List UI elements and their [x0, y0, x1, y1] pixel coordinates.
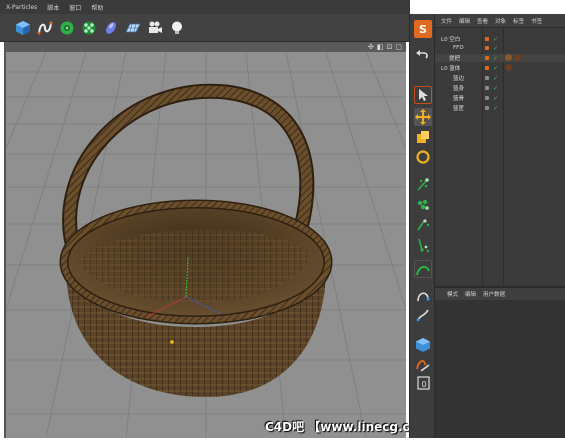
- scale-tool-icon[interactable]: [414, 128, 432, 146]
- rotate-view-icon[interactable]: ⊡: [387, 43, 393, 51]
- om-menu-object[interactable]: 对象: [495, 17, 506, 25]
- viewport-nav-controls: ✣ ◧ ⊡ ▢: [368, 42, 402, 52]
- rotate-tool-icon[interactable]: [414, 148, 432, 166]
- 3d-viewport[interactable]: ✣ ◧ ⊡ ▢: [4, 42, 406, 438]
- menu-bar: X-Particles 脚本 窗口 帮助: [0, 0, 410, 14]
- visibility-check-icon[interactable]: ✓: [493, 85, 498, 92]
- object-name: L0 空白: [441, 37, 461, 43]
- visibility-check-icon[interactable]: ✓: [493, 45, 498, 52]
- object-row[interactable]: L0 篮体 ✓: [435, 64, 565, 72]
- particle-cache-icon[interactable]: [414, 236, 432, 254]
- main-toolbar: [0, 14, 410, 42]
- material-tag-icon[interactable]: [514, 54, 521, 61]
- object-manager-menu: 文件 编辑 查看 对象 标签 书签: [435, 14, 565, 28]
- attribute-manager-menu: 模式 编辑 用户数据: [435, 288, 565, 300]
- layer-color-tag: [485, 46, 489, 50]
- particle-group-icon[interactable]: [414, 196, 432, 214]
- array-icon[interactable]: [80, 19, 98, 37]
- layer-color-tag: [485, 37, 489, 41]
- object-name: FFD: [453, 45, 464, 51]
- move-tool-icon[interactable]: [414, 108, 432, 126]
- spline-icon[interactable]: [36, 19, 54, 37]
- nurbs-icon[interactable]: [58, 19, 76, 37]
- layer-zero-icon[interactable]: 0: [414, 374, 432, 392]
- visibility-check-icon[interactable]: ✓: [493, 75, 498, 82]
- svg-text:0: 0: [422, 380, 427, 389]
- visibility-check-icon[interactable]: ✓: [493, 95, 498, 102]
- object-row[interactable]: 篮身 ✓: [435, 84, 565, 93]
- object-name: 篮身: [453, 86, 465, 92]
- layer-color-tag: [485, 96, 489, 100]
- layer-color-tag: [485, 56, 489, 60]
- om-menu-view[interactable]: 查看: [477, 17, 488, 25]
- move-view-icon[interactable]: ✣: [368, 43, 374, 51]
- visibility-check-icon[interactable]: ✓: [493, 55, 498, 62]
- svg-text:S: S: [419, 23, 427, 36]
- menu-window[interactable]: 窗口: [69, 3, 81, 12]
- om-menu-bookmarks[interactable]: 书签: [531, 17, 542, 25]
- material-tag-icon[interactable]: [505, 54, 512, 61]
- om-menu-edit[interactable]: 编辑: [459, 17, 470, 25]
- object-row[interactable]: 篮筐 ✓: [435, 104, 565, 113]
- layer-color-tag: [485, 86, 489, 90]
- am-menu-mode[interactable]: 模式: [447, 290, 458, 298]
- maximize-view-icon[interactable]: ▢: [395, 43, 402, 51]
- om-menu-file[interactable]: 文件: [441, 17, 452, 25]
- material-tag-icon[interactable]: [505, 64, 512, 71]
- c4d-logo-icon[interactable]: S: [414, 20, 432, 38]
- object-manager: 文件 编辑 查看 对象 标签 书签 L0 空白 ✓ FFD ✓ 提把 ✓ L0 …: [435, 14, 565, 286]
- attribute-manager: 模式 编辑 用户数据: [435, 286, 565, 438]
- live-select-icon[interactable]: [414, 86, 432, 104]
- om-menu-tags[interactable]: 标签: [513, 17, 524, 25]
- c4d-window: X-Particles 脚本 窗口 帮助 ✣ ◧ ⊡ ▢ C4D吧 【www.l…: [0, 0, 565, 443]
- object-name: L0 篮体: [441, 66, 461, 72]
- spline-tool-icon[interactable]: [414, 286, 432, 304]
- object-mode-icon[interactable]: [414, 336, 432, 354]
- sketch-tool-icon[interactable]: [414, 306, 432, 324]
- object-row[interactable]: FFD ✓: [435, 44, 565, 52]
- layer-color-tag: [485, 76, 489, 80]
- cube-icon[interactable]: [14, 19, 32, 37]
- object-row[interactable]: 篮边 ✓: [435, 74, 565, 83]
- object-name: 篮边: [453, 76, 465, 82]
- visibility-check-icon[interactable]: ✓: [493, 105, 498, 112]
- camera-icon[interactable]: [146, 19, 164, 37]
- menu-xparticles[interactable]: X-Particles: [6, 4, 37, 11]
- object-name: 提把: [449, 56, 461, 62]
- pivot-point: [170, 340, 174, 344]
- object-name: 篮骨: [453, 96, 465, 102]
- visibility-check-icon[interactable]: ✓: [493, 36, 498, 43]
- object-row[interactable]: 篮骨 ✓: [435, 94, 565, 103]
- particle-modifier-icon[interactable]: [414, 216, 432, 234]
- object-name: 篮筐: [453, 106, 465, 112]
- viewport-header: ✣ ◧ ⊡ ▢: [6, 42, 406, 52]
- visibility-check-icon[interactable]: ✓: [493, 65, 498, 72]
- am-menu-edit[interactable]: 编辑: [465, 290, 476, 298]
- menu-script[interactable]: 脚本: [47, 3, 59, 12]
- floor-icon[interactable]: [124, 19, 142, 37]
- snap-tool-icon[interactable]: [414, 356, 432, 374]
- object-row[interactable]: 提把 ✓: [435, 54, 565, 62]
- light-icon[interactable]: [168, 19, 186, 37]
- tool-palette: S 0: [409, 14, 435, 438]
- object-row[interactable]: L0 空白 ✓: [435, 35, 565, 44]
- menu-help[interactable]: 帮助: [91, 3, 103, 12]
- deformer-icon[interactable]: [102, 19, 120, 37]
- scene-render: [6, 52, 406, 438]
- layer-color-tag: [485, 106, 489, 110]
- zoom-view-icon[interactable]: ◧: [377, 43, 384, 51]
- am-menu-userdata[interactable]: 用户数据: [483, 290, 505, 298]
- layer-color-tag: [485, 66, 489, 70]
- undo-icon[interactable]: [414, 46, 432, 64]
- particle-emitter-icon[interactable]: [414, 176, 432, 194]
- bend-deformer-icon[interactable]: [414, 260, 432, 278]
